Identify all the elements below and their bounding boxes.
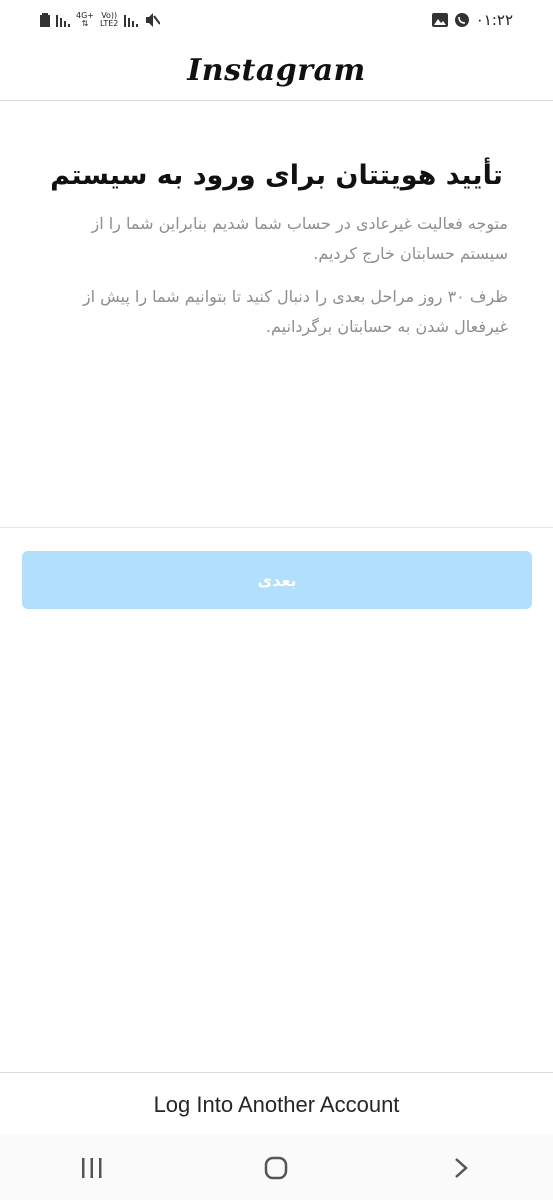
recents-button[interactable] — [62, 1138, 122, 1198]
info-paragraph-1: متوجه فعالیت غیرعادی در حساب شما شدیم بن… — [91, 214, 508, 263]
divider — [0, 527, 553, 528]
status-bar: 4G+ ⇅ Vo)) LTE2 ۰۱:۲۲ — [0, 0, 553, 40]
log-into-another-account-link[interactable]: Log Into Another Account — [154, 1092, 400, 1118]
battery-icon — [40, 13, 50, 27]
whatsapp-icon — [454, 13, 469, 27]
status-right-icons: ۰۱:۲۲ — [431, 11, 513, 29]
volte-label: Vo)) LTE2 — [100, 11, 119, 28]
info-paragraph-2: ظرف ۳۰ روز مراحل بعدی را دنبال کنید تا ب… — [82, 287, 508, 336]
back-button[interactable] — [431, 1138, 491, 1198]
recents-icon — [82, 1157, 102, 1178]
instagram-logo: Instagram — [187, 52, 366, 88]
page-title: تأیید هویتتان برای ورود به سیستم — [50, 160, 503, 191]
next-button[interactable]: بعدی — [22, 551, 532, 609]
status-left-icons: 4G+ ⇅ Vo)) LTE2 — [40, 11, 161, 28]
signal-icon — [56, 15, 70, 27]
home-icon — [265, 1156, 288, 1179]
mute-icon — [146, 13, 161, 27]
main-content: تأیید هویتتان برای ورود به سیستم متوجه ف… — [0, 160, 553, 342]
app-header: Instagram — [0, 40, 553, 101]
footer-bar: Log Into Another Account — [0, 1072, 553, 1136]
status-time: ۰۱:۲۲ — [475, 11, 513, 29]
network-type-label: 4G+ ⇅ — [76, 11, 94, 28]
back-icon — [454, 1157, 468, 1178]
signal-icon-2 — [124, 15, 139, 27]
navigation-bar — [0, 1135, 553, 1200]
gallery-icon — [431, 13, 448, 27]
home-button[interactable] — [246, 1138, 306, 1198]
